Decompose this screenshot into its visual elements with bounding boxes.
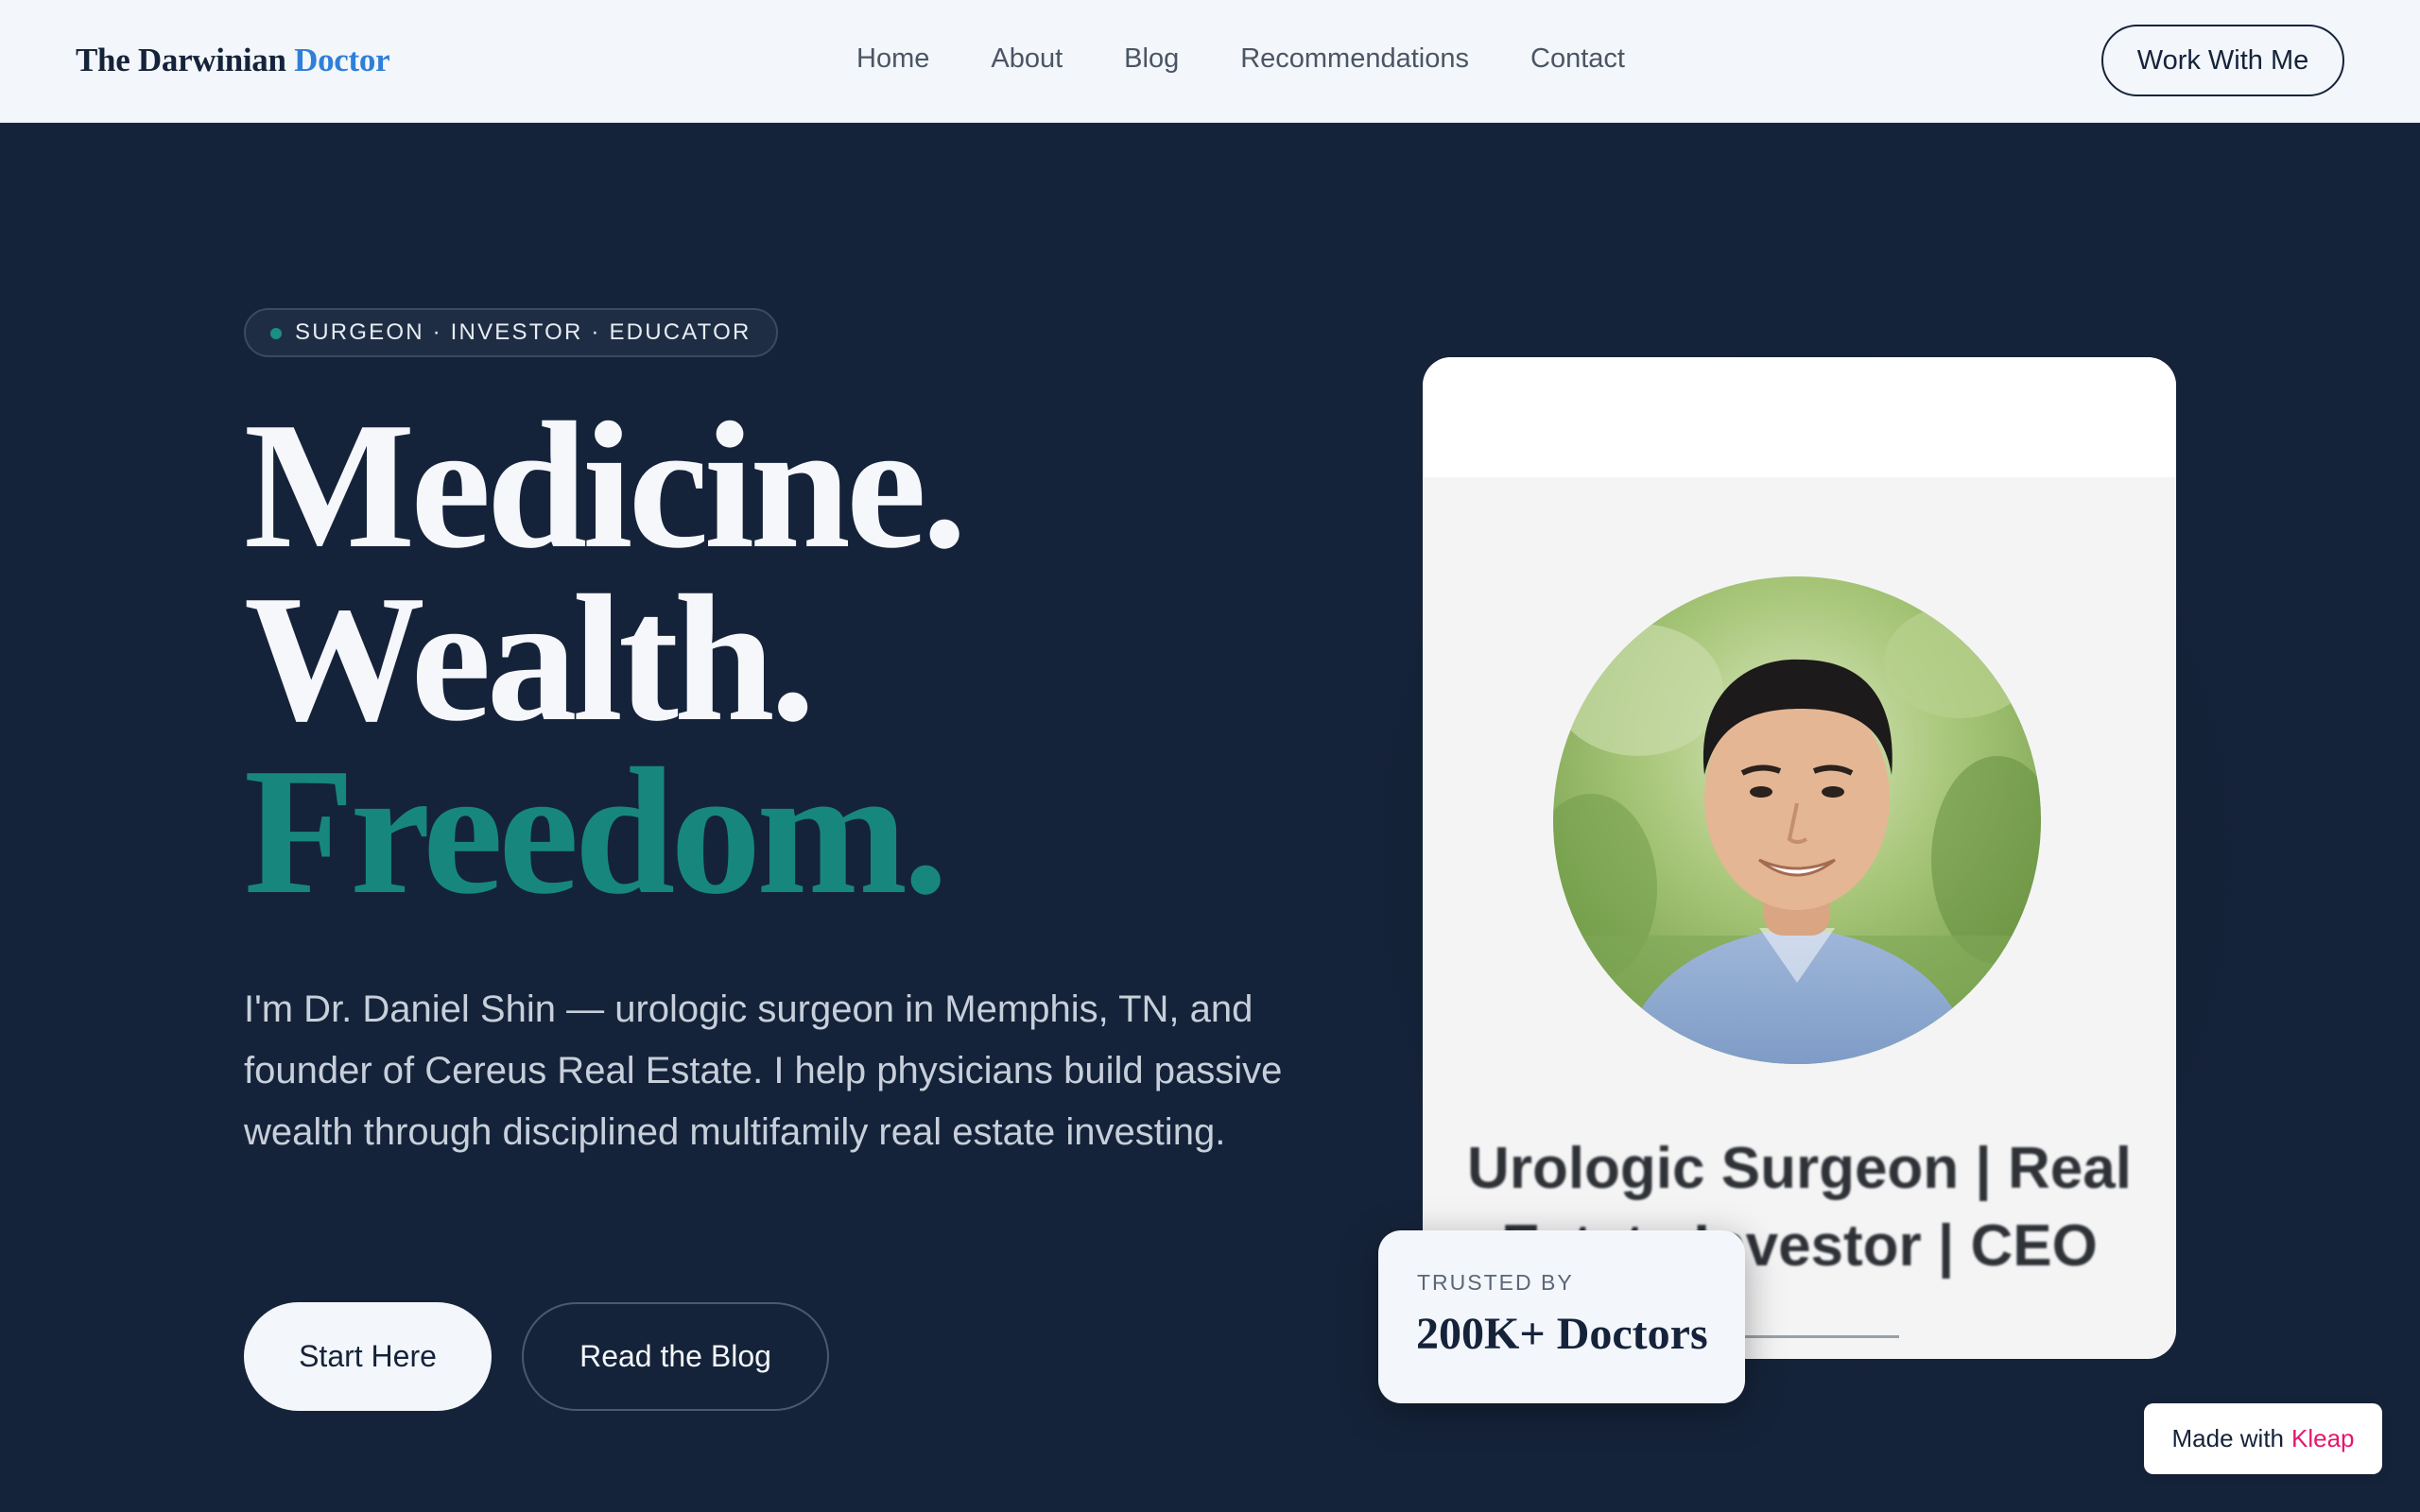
nav-home-link[interactable]: Home [856,43,929,75]
trusted-by-badge: TRUSTED BY 200K+ Doctors [1378,1230,1745,1403]
headline-line-wealth: Wealth. [244,558,816,759]
eyebrow-pill: SURGEON · INVESTOR · EDUCATOR [244,308,778,357]
main-nav: Home About Blog Recommendations Contact [856,43,1625,75]
nav-recommendations-link[interactable]: Recommendations [1240,43,1469,75]
nav-about-link[interactable]: About [991,43,1063,75]
hero-intro-text: I'm Dr. Daniel Shin — urologic surgeon i… [244,988,1283,1153]
made-with-kleap-badge[interactable]: Made with Kleap [2144,1403,2382,1474]
site-logo[interactable]: The Darwinian Doctor [76,42,390,79]
card-header-strip [1423,357,2176,477]
profile-photo [1553,576,2041,1064]
trust-value: 200K+ Doctors [1416,1309,1708,1359]
logo-accent-text: Doctor [294,42,390,78]
headline-line-freedom: Freedom. [244,730,948,932]
hero-headline: Medicine. Wealth. Freedom. [244,385,967,932]
nav-blog-link[interactable]: Blog [1124,43,1179,75]
kleap-prefix: Made with [2171,1424,2285,1452]
trust-label: TRUSTED BY [1417,1270,1574,1295]
profile-card: Urologic Surgeon | Real Estate Investor … [1423,357,2176,1359]
read-blog-button[interactable]: Read the Blog [522,1302,829,1411]
status-dot-icon [270,328,282,339]
logo-text: The Darwinian [76,42,286,78]
kleap-brand: Kleap [2291,1424,2355,1452]
start-here-button[interactable]: Start Here [244,1302,492,1411]
work-with-me-button[interactable]: Work With Me [2101,25,2344,96]
site-header: The Darwinian Doctor Home About Blog Rec… [0,0,2420,123]
nav-contact-link[interactable]: Contact [1530,43,1625,75]
headline-line-medicine: Medicine. [244,385,967,586]
eyebrow-text: SURGEON · INVESTOR · EDUCATOR [295,319,752,345]
